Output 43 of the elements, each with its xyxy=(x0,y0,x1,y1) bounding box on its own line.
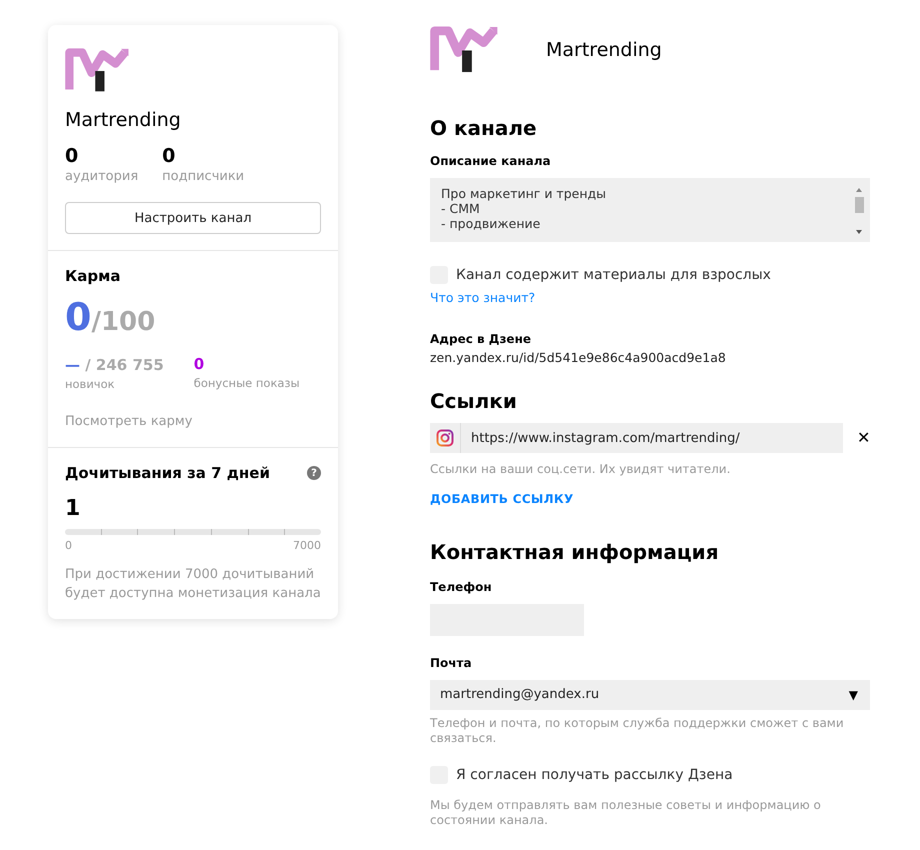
scale-min: 0 xyxy=(65,539,72,552)
channel-name: Martrending xyxy=(546,38,662,60)
reads-value: 1 xyxy=(65,496,82,522)
reads-title: Дочитывания за 7 дней xyxy=(65,464,270,482)
section-title: Ссылки xyxy=(430,389,518,413)
field-label: Описание канала xyxy=(430,154,552,168)
bonus-value: 0 xyxy=(194,355,206,374)
email-select[interactable]: martrending@yandex.ru ▼ xyxy=(430,680,870,710)
stat-value: 0 xyxy=(65,145,80,168)
link-field[interactable]: https://www.instagram.com/martrending/ xyxy=(430,423,843,453)
checkbox-label: Я согласен получать рассылку Дзена xyxy=(456,766,733,783)
camera-icon xyxy=(436,429,454,447)
remove-link-button[interactable]: ✕ xyxy=(857,428,870,448)
newsletter-hint: Мы будем отправлять вам полезные советы и информацию о состоянии канала. xyxy=(430,798,822,828)
setup-channel-button[interactable]: Настроить канал xyxy=(65,202,321,234)
stat-label: подписчики xyxy=(162,169,244,184)
checkbox-label: Канал содержит материалы для взрослых xyxy=(456,267,771,283)
karma-value: 0 xyxy=(65,295,92,340)
channel-name: Martrending xyxy=(65,109,182,132)
help-link[interactable]: Что это значит? xyxy=(430,290,536,305)
field-label: Почта xyxy=(430,656,473,670)
description-field[interactable]: Про маркетинг и тренды - СММ - продвижение xyxy=(430,178,870,242)
stat-value: 0 xyxy=(162,145,176,168)
links-hint: Ссылки на ваши соц.сети. Их увидят читатели. xyxy=(430,461,732,478)
stat-label: аудитория xyxy=(65,169,138,184)
scale-max: 7000 xyxy=(293,539,321,552)
logo-icon xyxy=(65,47,131,94)
add-link-button[interactable]: ДОБАВИТЬ ССЫЛКУ xyxy=(430,492,870,506)
field-label: Телефон xyxy=(430,580,493,594)
channel-address: zen.yandex.ru/id/5d541e9e86c4a900acd9e1a8 xyxy=(430,350,727,365)
rank-total: / 246 755 xyxy=(84,356,164,374)
rank-value: — xyxy=(65,356,80,374)
help-icon[interactable]: ? xyxy=(307,466,321,480)
logo-icon xyxy=(430,25,500,74)
karma-title: Карма xyxy=(65,267,122,286)
section-title: О канале xyxy=(430,116,538,140)
bonus-label: бонусные показы xyxy=(194,376,300,390)
rank-label: новичок xyxy=(65,377,116,392)
section-title: Контактная информация xyxy=(430,540,720,564)
contacts-hint: Телефон и почта, по которым служба поддержки сможет с вами связаться. xyxy=(430,716,845,746)
field-label: Адрес в Дзене xyxy=(430,332,532,346)
monetization-note: При достижении 7000 дочитываний будет доступна монетизация канала xyxy=(65,566,321,603)
karma-max: /100 xyxy=(91,307,156,338)
